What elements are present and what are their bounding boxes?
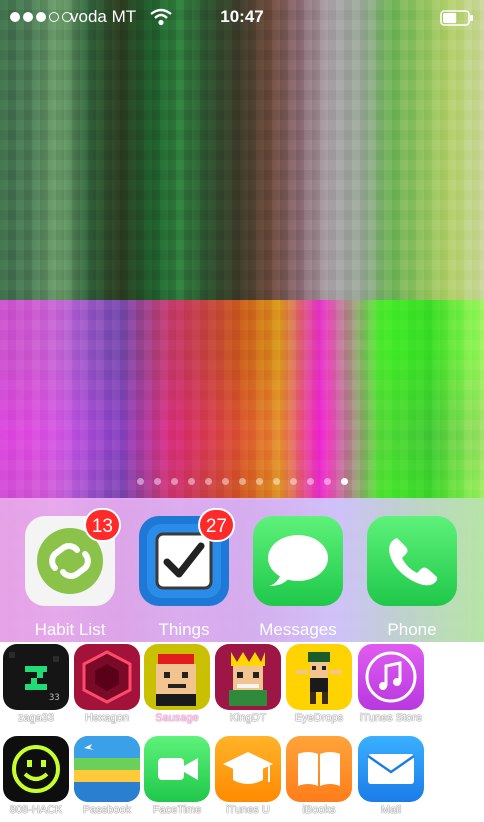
app-label: iTunes U: [226, 804, 270, 816]
itunes-u-mortarboard-icon[interactable]: [215, 736, 281, 802]
app-mail[interactable]: Mail: [355, 734, 427, 820]
notification-badge: 13: [83, 508, 121, 542]
app-label: EyeDrops: [294, 712, 344, 724]
facetime-camera-icon[interactable]: [144, 736, 210, 802]
page-dot[interactable]: [238, 478, 246, 485]
app-label: Sausage: [155, 712, 199, 724]
dock-app-things[interactable]: 27 Things: [134, 508, 235, 640]
app-label: Hexagon: [84, 712, 130, 724]
king-dt-icon[interactable]: [215, 644, 281, 710]
things-checkbox-icon[interactable]: 27: [139, 508, 235, 606]
eyedrops-game-icon[interactable]: [286, 644, 352, 710]
page-dot[interactable]: [272, 478, 280, 485]
page-dot[interactable]: [170, 478, 178, 485]
page-dot[interactable]: [323, 478, 331, 485]
page-dot[interactable]: [221, 478, 229, 485]
app-label: 808-HACK: [9, 804, 63, 816]
page-indicator[interactable]: [0, 478, 484, 485]
page-dot[interactable]: [187, 478, 195, 485]
battery-icon: [440, 10, 473, 26]
habit-list-icon[interactable]: 13: [25, 508, 121, 606]
app-ibooks[interactable]: iBooks: [283, 734, 355, 820]
app-eyedrops[interactable]: EyeDrops: [283, 642, 355, 728]
app-label: iBooks: [302, 804, 336, 816]
app-kingdt[interactable]: KingDT: [212, 642, 284, 728]
app-label: FaceTime: [152, 804, 202, 816]
hexagon-game-icon[interactable]: [74, 644, 140, 710]
mail-envelope-icon[interactable]: [358, 736, 424, 802]
app-sausage[interactable]: Sausage: [141, 642, 213, 728]
page-dot[interactable]: [289, 478, 297, 485]
dock-app-label: Phone: [387, 620, 437, 639]
home-screen: voda MT 10:47 13 Habit List 27 Things Me…: [0, 0, 484, 642]
clock-time: 10:47: [220, 7, 264, 26]
phone-handset-icon[interactable]: [367, 516, 457, 606]
status-bar: voda MT 10:47: [0, 0, 484, 34]
app-label: zaga33: [17, 712, 55, 724]
dock: 13 Habit List 27 Things Messages Phone: [0, 508, 484, 640]
app-zaga33[interactable]: 33 zaga33: [0, 642, 72, 728]
dock-app-habit-list[interactable]: 13 Habit List: [20, 508, 121, 640]
app-label: KingDT: [229, 712, 267, 724]
notification-badge: 27: [197, 508, 235, 542]
app-label: iTunes Store: [360, 712, 422, 724]
dock-app-label: Messages: [259, 620, 337, 639]
dock-app-messages[interactable]: Messages: [248, 516, 348, 640]
page-dot[interactable]: [153, 478, 161, 485]
app-hexagon[interactable]: Hexagon: [71, 642, 143, 728]
ibooks-icon[interactable]: [286, 736, 352, 802]
dock-app-phone[interactable]: Phone: [362, 516, 462, 640]
itunes-store-icon[interactable]: [358, 644, 424, 710]
page-dot[interactable]: [204, 478, 212, 485]
messages-bubble-icon[interactable]: [253, 516, 343, 606]
app-label: Passbook: [82, 804, 132, 816]
zaga33-icon[interactable]: 33: [3, 644, 69, 710]
page-dot[interactable]: [340, 478, 348, 485]
app-passbook[interactable]: Passbook: [71, 734, 143, 820]
app-facetime[interactable]: FaceTime: [141, 734, 213, 820]
dock-app-label: Habit List: [34, 620, 106, 639]
page-dot[interactable]: [306, 478, 314, 485]
app-label: Mail: [380, 804, 402, 816]
passbook-icon[interactable]: [74, 736, 140, 802]
app-grid: 33 zaga33 Hexagon Sausage KingDT EyeDrop…: [0, 642, 484, 822]
app-itunes-store[interactable]: iTunes Store: [355, 642, 427, 728]
dock-app-label: Things: [158, 620, 210, 639]
sausage-legend-icon[interactable]: [144, 644, 210, 710]
svg-text:33: 33: [49, 693, 60, 703]
smiley-hack-icon[interactable]: [3, 736, 69, 802]
app-itunes-u[interactable]: iTunes U: [212, 734, 284, 820]
page-dot[interactable]: [255, 478, 263, 485]
page-dot[interactable]: [136, 478, 144, 485]
app-808-hack[interactable]: 808-HACK: [0, 734, 72, 820]
